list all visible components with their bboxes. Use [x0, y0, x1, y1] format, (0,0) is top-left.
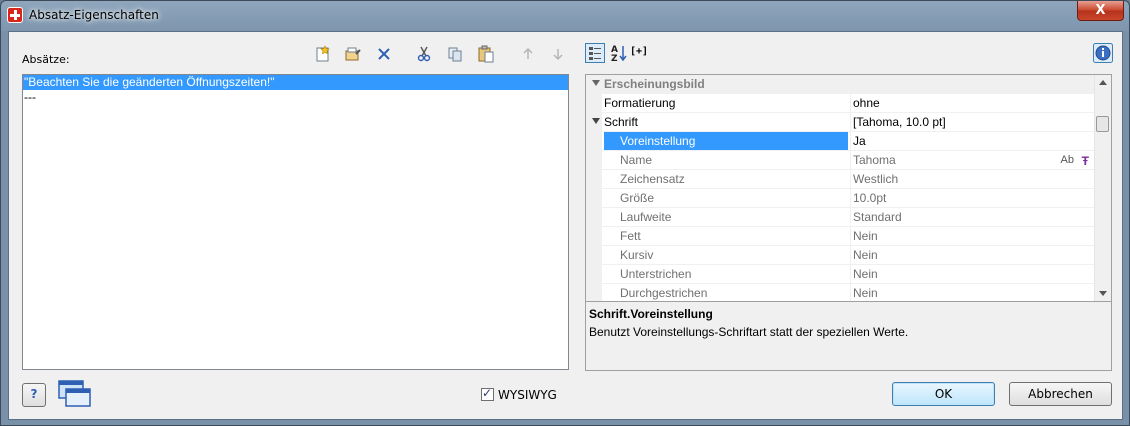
info-icon[interactable]: [1093, 43, 1113, 63]
move-down-icon[interactable]: [549, 45, 567, 63]
new-icon[interactable]: [314, 45, 332, 63]
wysiwyg-checkbox[interactable]: [481, 386, 494, 401]
property-row[interactable]: Formatierung ohne: [586, 94, 1096, 113]
sort-alpha-icon[interactable]: A Z: [610, 43, 628, 63]
ok-button[interactable]: OK: [892, 382, 995, 406]
wysiwyg-label: WYSIWYG: [498, 388, 557, 402]
categorized-view-icon[interactable]: [585, 43, 605, 63]
paragraph-list[interactable]: "Beachten Sie die geänderten Öffnungszei…: [22, 74, 569, 370]
help-button[interactable]: ?: [22, 383, 46, 407]
close-button[interactable]: X: [1077, 1, 1124, 21]
collapse-icon[interactable]: [592, 80, 600, 86]
description-text: Benutzt Voreinstellungs-Schriftart statt…: [589, 325, 909, 339]
property-row[interactable]: Zeichensatz Westlich: [586, 170, 1096, 189]
font-sample-icon: Ab: [1060, 154, 1074, 166]
list-item[interactable]: ---: [23, 90, 568, 105]
property-grid[interactable]: Erscheinungsbild Formatierung ohne Schri…: [585, 74, 1112, 302]
cancel-button[interactable]: Abbrechen: [1009, 382, 1112, 406]
expand-all-button[interactable]: [+]: [630, 46, 648, 57]
collapse-icon[interactable]: [592, 118, 600, 124]
paste-icon[interactable]: [477, 45, 495, 63]
description-title: Schrift.Voreinstellung: [589, 307, 713, 321]
move-up-icon[interactable]: [519, 45, 537, 63]
property-row[interactable]: Größe 10.0pt: [586, 189, 1096, 208]
title-bar: Absatz-Eigenschaften X: [1, 1, 1129, 31]
help-icon: ?: [30, 387, 38, 401]
window-title: Absatz-Eigenschaften: [29, 8, 159, 22]
property-row[interactable]: Name Tahoma Ab Ŧ: [586, 151, 1096, 170]
category-row[interactable]: Erscheinungsbild: [586, 75, 1096, 94]
paragraphs-label: Absätze:: [22, 53, 70, 66]
dialog-window: Absatz-Eigenschaften X Absätze: "Beachte…: [0, 0, 1130, 426]
property-row[interactable]: Kursiv Nein: [586, 246, 1096, 265]
copy-icon[interactable]: [446, 45, 464, 63]
scroll-thumb[interactable]: [1096, 116, 1109, 132]
list-item[interactable]: "Beachten Sie die geänderten Öffnungszei…: [23, 75, 568, 90]
property-row[interactable]: Laufweite Standard: [586, 208, 1096, 227]
app-icon: [7, 7, 23, 23]
vertical-scrollbar[interactable]: [1094, 75, 1111, 301]
property-row[interactable]: Durchgestrichen Nein: [586, 284, 1096, 301]
property-row[interactable]: Unterstrichen Nein: [586, 265, 1096, 284]
property-description-panel: Schrift.Voreinstellung Benutzt Voreinste…: [585, 302, 1112, 371]
font-picker-icon[interactable]: Ŧ: [1082, 152, 1089, 170]
svg-text:Z: Z: [611, 54, 618, 63]
cut-icon[interactable]: [415, 45, 433, 63]
property-row[interactable]: Fett Nein: [586, 227, 1096, 246]
dialog-client: Absätze: "Beachten Sie die geänderten Öf…: [8, 31, 1123, 420]
scroll-down-icon[interactable]: [1099, 291, 1107, 296]
scroll-up-icon[interactable]: [1099, 80, 1107, 85]
property-row[interactable]: Schrift [Tahoma, 10.0 pt]: [586, 113, 1096, 132]
window-preview-icon[interactable]: [58, 380, 92, 408]
delete-icon[interactable]: [375, 45, 393, 63]
properties-icon[interactable]: [344, 45, 362, 63]
property-row-selected[interactable]: Voreinstellung Ja: [586, 132, 1096, 151]
